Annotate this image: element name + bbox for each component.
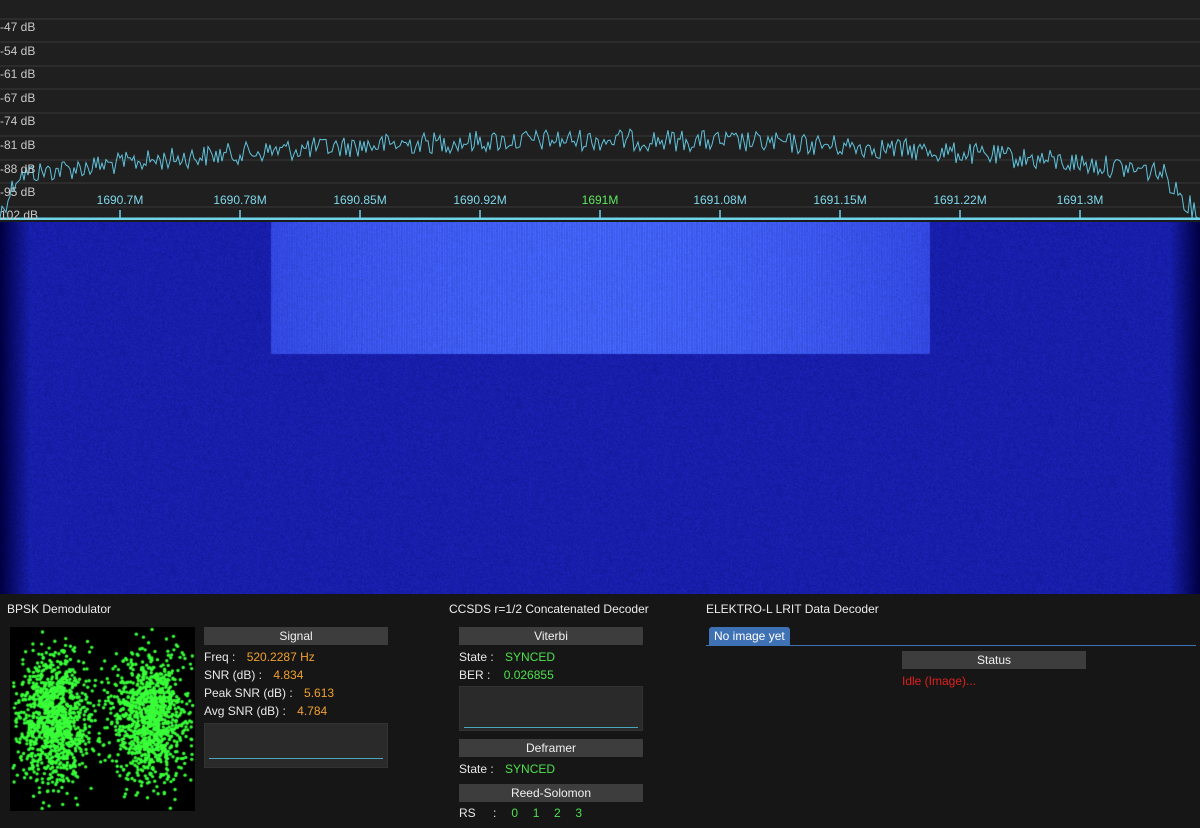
freq-label: 1691.22M — [933, 193, 987, 207]
viterbi-header[interactable]: Viterbi — [459, 627, 643, 645]
rs-value: 2 — [554, 806, 561, 820]
freq-label: 1690.7M — [96, 193, 144, 207]
ber-row: BER : 0.026855 — [459, 667, 554, 683]
ber-history-plot — [459, 686, 643, 731]
snr-label: SNR (dB) : — [204, 668, 263, 682]
rs-value: 1 — [532, 806, 540, 820]
rs-separator: : — [493, 806, 497, 820]
avg-snr-row: Avg SNR (dB) : 4.784 — [204, 703, 327, 719]
snr-history-plot — [204, 723, 388, 768]
db-label: -74 dB — [0, 114, 36, 128]
viterbi-state-row: State : SYNCED — [459, 649, 555, 665]
ber-trace — [464, 727, 638, 728]
fft-spectrum-plot[interactable]: -47 dB -54 dB -61 dB -67 dB -74 dB -81 d… — [0, 0, 1200, 220]
fft-plot-svg — [0, 18, 1200, 220]
decoder-panels: BPSK Demodulator Signal Freq : 520.2287 … — [0, 594, 1200, 828]
freq-label: Freq : — [204, 650, 236, 664]
status-header[interactable]: Status — [902, 651, 1086, 669]
rs-row: RS : 0 1 2 3 — [459, 805, 586, 821]
db-label: -95 dB — [0, 185, 36, 199]
db-label: -61 dB — [0, 67, 36, 81]
deframer-state-value: SYNCED — [505, 762, 556, 776]
waterfall-display[interactable] — [0, 222, 1200, 594]
rs-label: RS — [459, 806, 476, 820]
viterbi-state-value: SYNCED — [505, 650, 556, 664]
snr-trace — [209, 758, 383, 759]
avg-snr-value: 4.784 — [297, 704, 328, 718]
freq-label: 1690.85M — [333, 193, 387, 207]
freq-label: 1691.3M — [1056, 193, 1104, 207]
constellation-plot — [10, 627, 195, 811]
deframer-state-row: State : SYNCED — [459, 761, 555, 777]
signal-header[interactable]: Signal — [204, 627, 388, 645]
ccsds-panel-title: CCSDS r=1/2 Concatenated Decoder — [449, 602, 649, 616]
tab-bar-underline — [706, 645, 1196, 646]
freq-label: 1691.15M — [813, 193, 867, 207]
reed-solomon-header[interactable]: Reed-Solomon — [459, 784, 643, 802]
freq-row: Freq : 520.2287 Hz — [204, 649, 315, 665]
avg-snr-label: Avg SNR (dB) : — [204, 704, 286, 718]
db-label: -81 dB — [0, 138, 36, 152]
freq-value: 520.2287 Hz — [246, 650, 315, 664]
ber-label: BER : — [459, 668, 491, 682]
tab-no-image[interactable]: No image yet — [709, 627, 790, 645]
freq-label: 1690.92M — [453, 193, 507, 207]
db-label: -88 dB — [0, 162, 36, 176]
peak-snr-row: Peak SNR (dB) : 5.613 — [204, 685, 334, 701]
peak-snr-label: Peak SNR (dB) : — [204, 686, 293, 700]
peak-snr-value: 5.613 — [304, 686, 335, 700]
constellation-canvas — [10, 627, 195, 811]
snr-value: 4.834 — [273, 668, 304, 682]
waterfall-canvas — [0, 222, 1200, 594]
deframer-header[interactable]: Deframer — [459, 739, 643, 757]
db-label: -102 dB — [0, 208, 39, 220]
deframer-state-label: State : — [459, 762, 494, 776]
rs-value: 3 — [575, 806, 583, 820]
viterbi-state-label: State : — [459, 650, 494, 664]
ber-value: 0.026855 — [503, 668, 554, 682]
snr-row: SNR (dB) : 4.834 — [204, 667, 303, 683]
elektro-panel-title: ELEKTRO-L LRIT Data Decoder — [706, 602, 879, 616]
freq-label-center: 1691M — [581, 193, 619, 207]
rs-value: 0 — [511, 806, 519, 820]
bpsk-panel-title: BPSK Demodulator — [7, 602, 112, 616]
db-label: -67 dB — [0, 91, 36, 105]
status-value: Idle (Image)... — [902, 674, 977, 688]
db-label: -47 dB — [0, 20, 36, 34]
db-label: -54 dB — [0, 44, 36, 58]
freq-label: 1691.08M — [693, 193, 747, 207]
freq-label: 1690.78M — [213, 193, 267, 207]
app-window: -47 dB -54 dB -61 dB -67 dB -74 dB -81 d… — [0, 0, 1200, 828]
